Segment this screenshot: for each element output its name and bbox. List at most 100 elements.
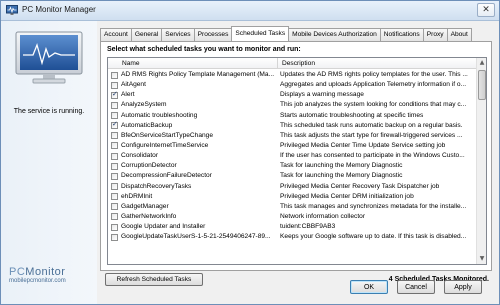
ok-button[interactable]: OK xyxy=(350,280,388,294)
task-checkbox[interactable] xyxy=(111,112,118,120)
task-checkbox[interactable] xyxy=(111,101,118,109)
task-name: AD RMS Rights Policy Template Management… xyxy=(121,71,275,78)
task-name: BfeOnServiceStartTypeChange xyxy=(121,131,213,139)
list-header: Name Description xyxy=(108,58,477,69)
close-icon: ✕ xyxy=(482,5,490,15)
tab-general[interactable]: General xyxy=(130,28,163,41)
task-checkbox[interactable] xyxy=(111,71,118,79)
task-rows: AD RMS Rights Policy Template Management… xyxy=(108,70,477,242)
instruction-label: Select what scheduled tasks you want to … xyxy=(107,46,301,53)
task-checkbox[interactable] xyxy=(111,203,118,211)
task-row[interactable]: AD RMS Rights Policy Template Management… xyxy=(108,70,477,80)
task-description: Aggregates and uploads Application Telem… xyxy=(280,81,467,89)
column-header-description[interactable]: Description xyxy=(278,58,477,69)
task-description: This task manages and synchronizes metad… xyxy=(280,202,467,210)
task-checkbox[interactable] xyxy=(111,81,118,89)
scheduled-tasks-panel: Select what scheduled tasks you want to … xyxy=(100,41,492,271)
logo-monitor: Monitor xyxy=(25,266,66,278)
task-description: Displays a warning message xyxy=(280,91,364,99)
task-name: GatherNetworkInfo xyxy=(121,212,177,220)
task-checkbox[interactable] xyxy=(111,193,118,201)
task-description: Privileged Media Center Time Update Serv… xyxy=(280,141,446,149)
task-row[interactable]: GoogleUpdateTaskUserS-1-5-21-2549406247-… xyxy=(108,232,477,242)
task-name: AutomaticBackup xyxy=(121,121,173,129)
task-description: tuident:CBBF9AB3 xyxy=(280,223,336,231)
task-row[interactable]: DispatchRecoveryTasks Privileged Media Ce… xyxy=(108,182,477,192)
task-description: If the user has consented to participate… xyxy=(280,152,465,160)
task-row[interactable]: Automatic troubleshooting Starts automati… xyxy=(108,111,477,121)
task-row[interactable]: AutomaticBackup This scheduled task runs … xyxy=(108,120,477,131)
task-row[interactable]: GadgetManager This task manages and synch… xyxy=(108,202,477,212)
task-row[interactable]: AitAgent Aggregates and uploads Applicati… xyxy=(108,80,477,90)
task-name: AitAgent xyxy=(121,81,146,89)
tab-about[interactable]: About xyxy=(446,28,472,41)
scroll-thumb[interactable] xyxy=(478,70,486,100)
task-name: AnalyzeSystem xyxy=(121,101,167,109)
task-description: Keeps your Google software up to date. I… xyxy=(280,233,467,241)
task-checkbox[interactable] xyxy=(111,213,118,221)
task-checkbox[interactable] xyxy=(111,233,118,241)
logo-pc: PC xyxy=(9,266,26,278)
task-description: Task for launching the Memory Diagnostic xyxy=(280,172,403,180)
task-name: ehDRMInit xyxy=(121,192,153,200)
app-window: PC Monitor Manager ✕ The service is runn… xyxy=(0,0,500,305)
app-monitor-icon xyxy=(6,5,18,15)
pc-monitor-logo: PCMonitor mobilepcmonitor.com xyxy=(9,266,89,284)
task-row[interactable]: DecompressionFailureDetector Task for lau… xyxy=(108,171,477,181)
task-description: Privileged Media Center DRM initializati… xyxy=(280,192,414,200)
tab-notifications[interactable]: Notifications xyxy=(379,28,424,41)
task-description: This job analyzes the system looking for… xyxy=(280,101,467,109)
task-row[interactable]: Consolidator If the user has consented to… xyxy=(108,151,477,161)
task-row[interactable]: ehDRMInit Privileged Media Center DRM ini… xyxy=(108,192,477,202)
column-header-name[interactable]: Name xyxy=(108,58,278,69)
task-description: This task adjusts the start type for fir… xyxy=(280,131,463,139)
task-checkbox[interactable] xyxy=(111,183,118,191)
task-row[interactable]: Alert Displays a warning message xyxy=(108,90,477,100)
task-checkbox[interactable] xyxy=(111,223,118,231)
vertical-scrollbar[interactable]: ▲ ▼ xyxy=(476,58,486,264)
tasks-list[interactable]: Name Description AD RMS Rights Policy Te… xyxy=(107,57,487,265)
tab-strip: Account General Services Processes Scheduled… xyxy=(100,26,472,41)
tab-processes[interactable]: Processes xyxy=(193,28,233,41)
tab-scheduled-tasks[interactable]: Scheduled Tasks xyxy=(231,26,290,41)
monitor-graphic-icon xyxy=(15,31,83,84)
task-name: ConfigureInternetTimeService xyxy=(121,141,209,149)
task-row[interactable]: ConfigureInternetTimeService Privileged M… xyxy=(108,141,477,151)
window-body: The service is running. PCMonitor mobile… xyxy=(1,21,499,304)
task-row[interactable]: CorruptionDetector Task for launching the… xyxy=(108,161,477,171)
apply-button[interactable]: Apply xyxy=(444,280,482,294)
task-name: Google Updater and Installer xyxy=(121,223,206,231)
task-checkbox[interactable] xyxy=(111,172,118,180)
task-description: Network information collector xyxy=(280,212,366,220)
task-name: CorruptionDetector xyxy=(121,162,177,170)
task-name: GadgetManager xyxy=(121,202,169,210)
scroll-down-icon[interactable]: ▼ xyxy=(477,254,486,264)
task-row[interactable]: AnalyzeSystem This job analyzes the syste… xyxy=(108,100,477,110)
cancel-button[interactable]: Cancel xyxy=(397,280,435,294)
task-checkbox[interactable] xyxy=(111,162,118,170)
task-checkbox[interactable] xyxy=(111,120,118,130)
window-title: PC Monitor Manager xyxy=(22,5,96,14)
tab-services[interactable]: Services xyxy=(161,28,195,41)
task-checkbox[interactable] xyxy=(111,142,118,150)
close-button[interactable]: ✕ xyxy=(477,3,495,17)
task-name: DispatchRecoveryTasks xyxy=(121,182,192,190)
scroll-up-icon[interactable]: ▲ xyxy=(477,58,486,68)
task-description: This scheduled task runs automatic backu… xyxy=(280,121,463,129)
task-name: DecompressionFailureDetector xyxy=(121,172,212,180)
task-checkbox[interactable] xyxy=(111,132,118,140)
task-checkbox[interactable] xyxy=(111,152,118,160)
tab-proxy[interactable]: Proxy xyxy=(422,28,448,41)
task-description: Privileged Media Center Recovery Task Di… xyxy=(280,182,440,190)
title-bar: PC Monitor Manager ✕ xyxy=(1,1,499,21)
task-row[interactable]: GatherNetworkInfo Network information col… xyxy=(108,212,477,222)
task-name: GoogleUpdateTaskUserS-1-5-21-2549406247-… xyxy=(121,233,271,241)
task-name: Alert xyxy=(121,91,135,99)
task-row[interactable]: BfeOnServiceStartTypeChange This task adj… xyxy=(108,131,477,141)
tab-account[interactable]: Account xyxy=(100,28,132,41)
tab-mobile-devices-authorization[interactable]: Mobile Devices Authorization xyxy=(288,28,381,41)
task-description: Task for launching the Memory Diagnostic xyxy=(280,162,403,170)
task-checkbox[interactable] xyxy=(111,90,118,100)
task-row[interactable]: Google Updater and Installer tuident:CBBF… xyxy=(108,222,477,232)
refresh-scheduled-tasks-button[interactable]: Refresh Scheduled Tasks xyxy=(105,273,203,286)
